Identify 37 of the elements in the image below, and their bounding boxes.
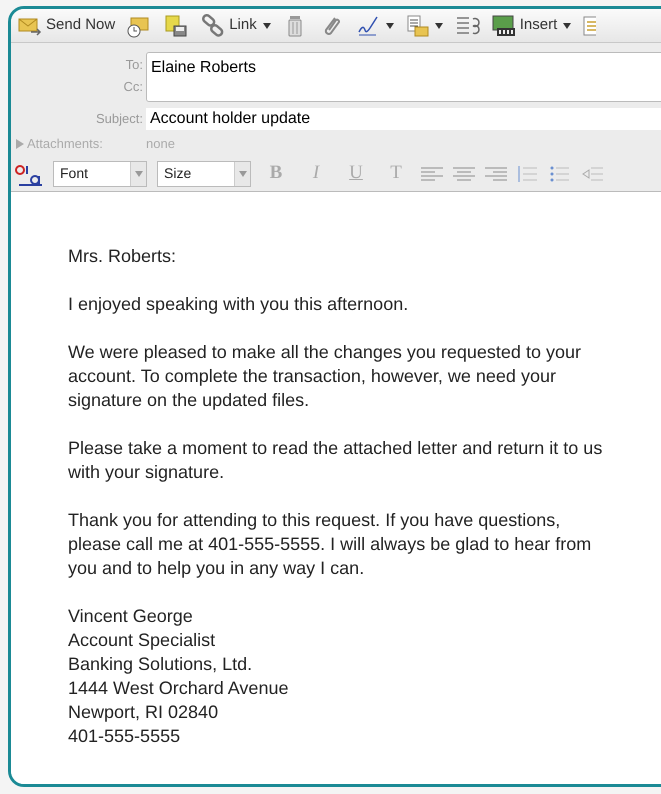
signature-line: Banking Solutions, Ltd. — [68, 653, 254, 676]
caret-icon[interactable] — [262, 22, 271, 28]
to-label: To: — [126, 56, 143, 74]
picture-film-icon — [490, 14, 517, 38]
cc-label: Cc: — [124, 78, 143, 96]
attachments-label: Attachments: — [27, 135, 104, 154]
signature-line: Newport, RI 02840 — [68, 701, 220, 724]
send-now-button[interactable]: Send Now — [17, 14, 116, 38]
greeting: Mrs. Roberts: — [68, 245, 178, 268]
caret-icon — [238, 170, 246, 176]
subject-label: Subject: — [95, 110, 144, 128]
signature-line: 401-555-5555 — [68, 725, 182, 748]
note-disk-icon[interactable] — [163, 14, 190, 38]
subject-field[interactable]: Account holder update — [146, 108, 661, 130]
signature-line: Vincent George — [68, 605, 194, 628]
caret-icon[interactable] — [386, 22, 394, 28]
caret-icon[interactable] — [563, 22, 572, 28]
paragraph: Please take a moment to read the attached letter and return it to us with your signature. — [68, 437, 604, 484]
chain-icon[interactable] — [200, 14, 226, 38]
paragraph: We were pleased to make all the changes you requested to your account. To complete the transaction, however, we need your signature on the updated files. — [68, 341, 582, 412]
size-dropdown[interactable]: Size — [157, 160, 251, 186]
caret-icon — [134, 170, 142, 176]
attachments-value: none — [146, 135, 175, 154]
recipients-field[interactable]: Elaine Roberts — [146, 52, 661, 102]
paragraph: I enjoyed speaking with you this afternoon. — [68, 293, 410, 316]
paragraph: Thank you for attending to this request. If you have questions, please call me at 401-555-5555. I will always be glad to hear from you and to help you in any way I can. — [68, 509, 592, 580]
caret-icon[interactable] — [434, 22, 443, 28]
signature-line: Account Specialist — [68, 629, 216, 652]
signature-line: 1444 West Orchard Avenue — [68, 677, 290, 700]
table-icon[interactable] — [582, 14, 596, 38]
to-value: Elaine Roberts — [151, 59, 256, 76]
link-button[interactable]: Link — [200, 14, 257, 38]
insert-button[interactable]: Insert — [490, 14, 558, 38]
list-envelope-icon[interactable] — [404, 14, 431, 38]
numbered-list-icon[interactable] — [517, 164, 539, 184]
font-dropdown[interactable]: Font — [53, 160, 147, 186]
bulleted-list-icon[interactable] — [549, 164, 571, 184]
